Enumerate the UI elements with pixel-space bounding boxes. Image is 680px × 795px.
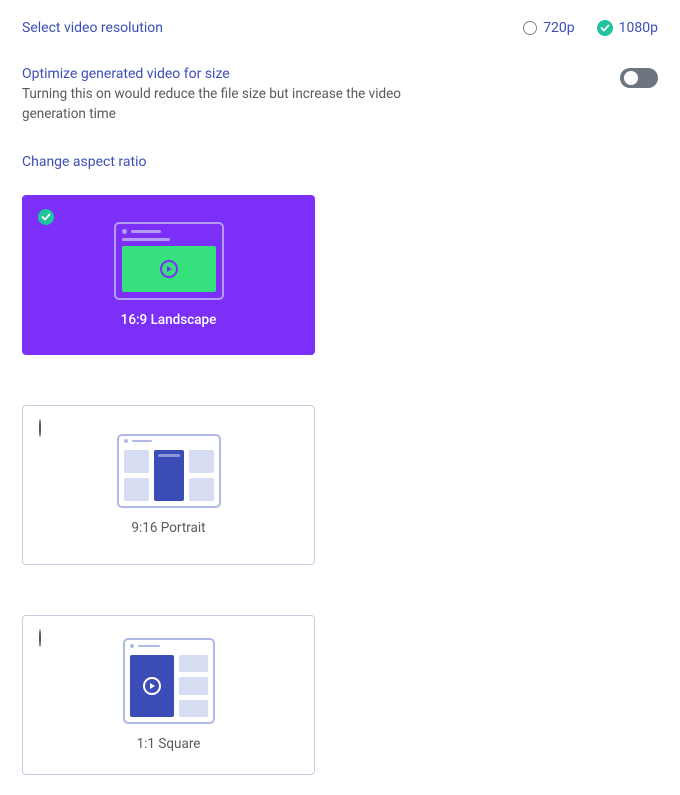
card-unselected-indicator xyxy=(39,630,41,646)
optimize-row: Optimize generated video for size Turnin… xyxy=(22,66,658,124)
optimize-description: Turning this on would reduce the file si… xyxy=(22,85,442,124)
radio-unchecked-icon xyxy=(523,21,537,35)
resolution-options: 720p 1080p xyxy=(523,20,658,36)
aspect-card-label: 16:9 Landscape xyxy=(121,312,217,328)
resolution-option-label: 1080p xyxy=(619,20,658,36)
radio-checked-icon xyxy=(597,20,613,36)
radio-unchecked-icon xyxy=(39,629,41,647)
aspect-card-label: 9:16 Portrait xyxy=(131,520,205,536)
aspect-ratio-cards: 16:9 Landscape 9:16 Portrait 1:1 Squa xyxy=(22,195,658,775)
portrait-illustration xyxy=(117,434,221,508)
optimize-toggle[interactable] xyxy=(620,68,658,88)
aspect-card-portrait[interactable]: 9:16 Portrait xyxy=(22,405,315,565)
play-icon xyxy=(143,677,161,695)
resolution-option-label: 720p xyxy=(543,20,574,36)
play-icon xyxy=(160,260,178,278)
resolution-row: Select video resolution 720p 1080p xyxy=(22,20,658,36)
check-icon xyxy=(38,209,54,225)
resolution-label: Select video resolution xyxy=(22,20,163,36)
landscape-illustration xyxy=(114,222,224,300)
radio-unchecked-icon xyxy=(39,419,41,437)
card-selected-indicator xyxy=(38,209,54,225)
square-illustration xyxy=(123,638,215,724)
optimize-text: Optimize generated video for size Turnin… xyxy=(22,66,442,124)
aspect-ratio-label: Change aspect ratio xyxy=(22,154,658,170)
resolution-option-1080p[interactable]: 1080p xyxy=(597,20,658,36)
toggle-knob xyxy=(624,71,638,85)
optimize-label: Optimize generated video for size xyxy=(22,66,442,82)
aspect-card-label: 1:1 Square xyxy=(137,736,201,752)
resolution-option-720p[interactable]: 720p xyxy=(523,20,574,36)
card-unselected-indicator xyxy=(39,420,41,436)
aspect-card-landscape[interactable]: 16:9 Landscape xyxy=(22,195,315,355)
aspect-card-square[interactable]: 1:1 Square xyxy=(22,615,315,775)
